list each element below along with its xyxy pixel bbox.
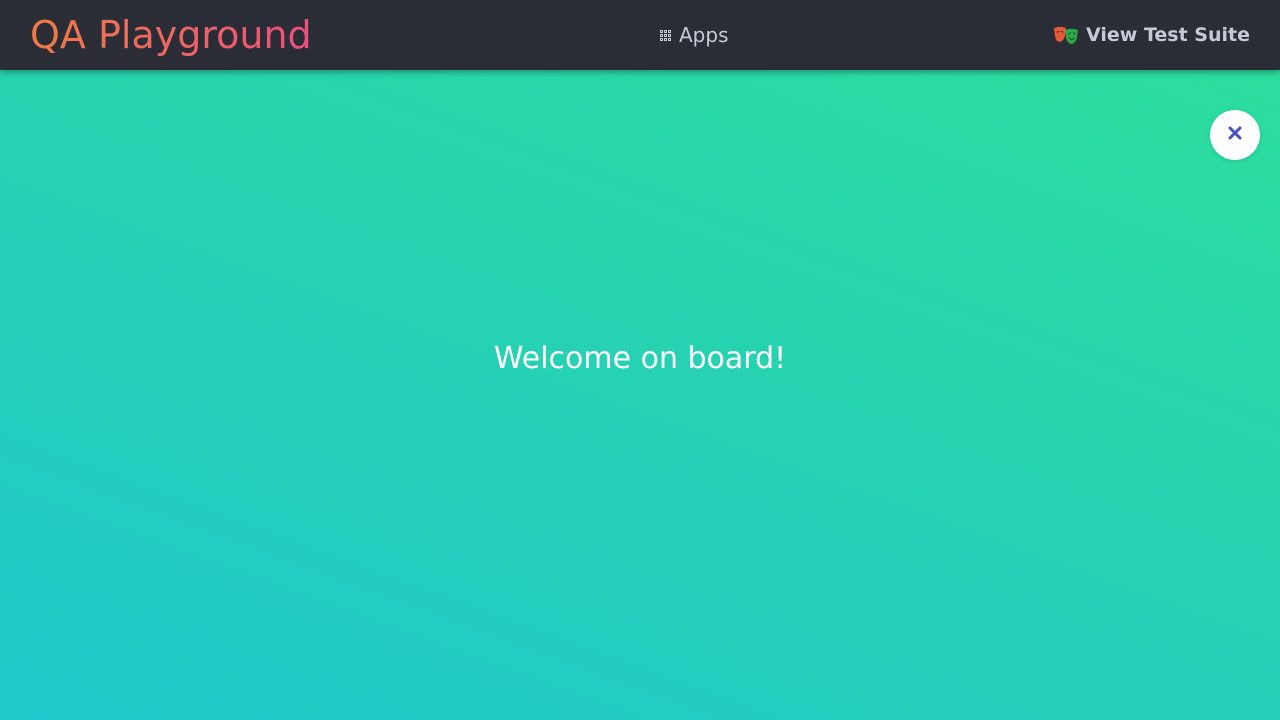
view-test-suite-label: View Test Suite [1086,24,1250,46]
theater-masks-icon [1053,25,1079,45]
apps-link[interactable]: Apps [660,20,729,50]
brand-logo-link[interactable]: QA Playground [30,11,312,59]
navbar: QA Playground Apps View Test Suite [0,0,1280,70]
page: QA Playground Apps View Test Suite Welco… [0,0,1280,720]
grid-icon [660,29,671,41]
welcome-message: Welcome on board! [493,341,787,376]
close-icon [1227,125,1243,145]
close-button[interactable] [1210,110,1260,160]
view-test-suite-link[interactable]: View Test Suite [1053,20,1250,50]
apps-link-label: Apps [679,23,729,47]
